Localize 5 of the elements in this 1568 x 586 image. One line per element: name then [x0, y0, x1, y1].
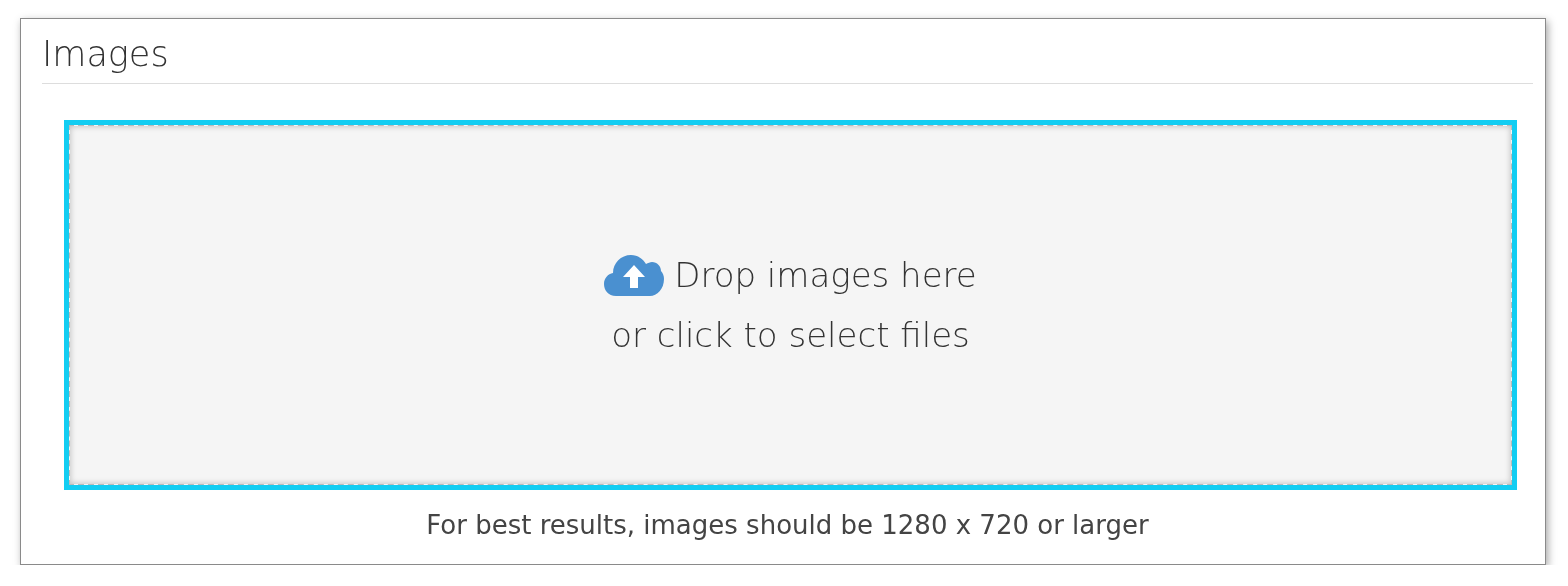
size-hint: For best results, images should be 1280 x 720 or larger [426, 510, 1149, 540]
drop-instruction: Drop images here [674, 254, 977, 297]
cloud-upload-icon [604, 254, 665, 296]
panel-title: Images [42, 33, 169, 75]
drop-instruction: or click to select files [611, 314, 970, 357]
